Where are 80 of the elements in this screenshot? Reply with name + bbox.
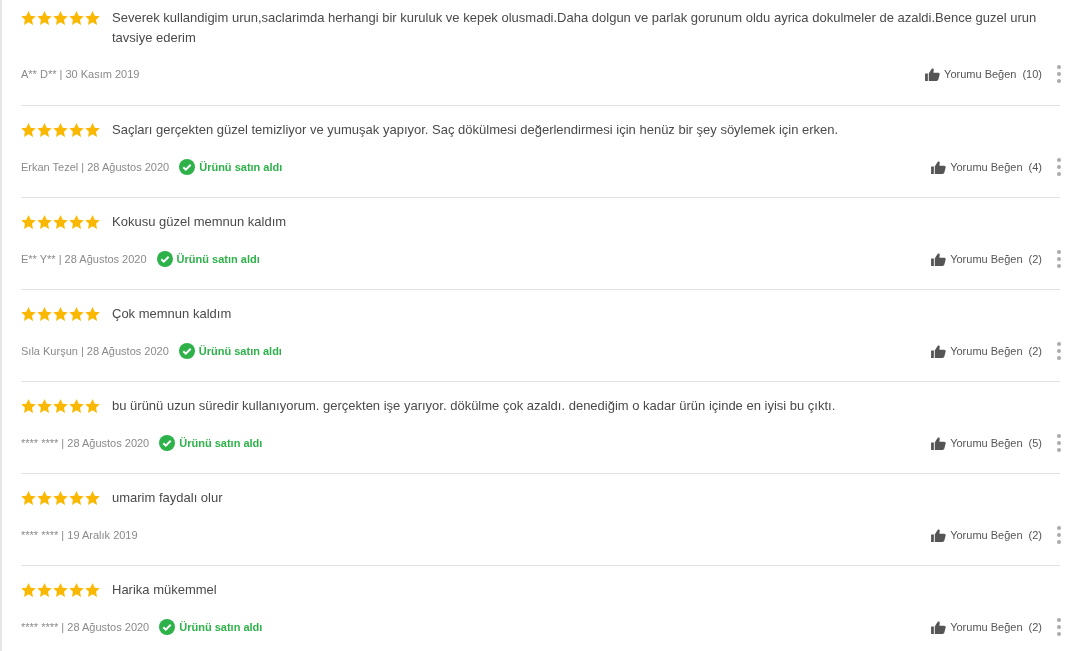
thumbs-up-icon <box>931 252 947 266</box>
check-circle-icon <box>156 251 173 267</box>
check-circle-icon <box>159 619 176 635</box>
more-options-button[interactable] <box>1056 434 1062 452</box>
like-button[interactable]: Yorumu Beğen (2) <box>931 252 1042 266</box>
review-text: bu ürünü uzun süredir kullanıyorum. gerçekten işe yarıyor. dökülme çok azaldı. denediğim o kadar ürün içinde en iyisi bu çıktı. <box>112 397 837 415</box>
star-icon <box>37 399 52 413</box>
review-text: Harika mükemmel <box>112 581 218 599</box>
star-icon <box>37 123 52 137</box>
star-icon <box>53 215 68 229</box>
like-button[interactable]: Yorumu Beğen (4) <box>931 160 1042 174</box>
star-icon <box>21 583 36 597</box>
author-date: Sıla Kurşun | 28 Ağustos 2020 <box>21 345 169 357</box>
star-icon <box>21 215 36 229</box>
like-button[interactable]: Yorumu Beğen (2) <box>931 620 1042 634</box>
star-icon <box>53 11 68 25</box>
star-icon <box>37 491 52 505</box>
star-icon <box>85 583 100 597</box>
review-text: Çok memnun kaldım <box>112 305 233 323</box>
author-date: Erkan Tezel | 28 Ağustos 2020 <box>21 161 170 173</box>
star-icon <box>85 491 100 505</box>
review-text: Severek kullandigim urun,saclarimda herhangi bir kuruluk ve kepek olusmadi.Daha dolgun ve parlak gorunum oldu ayrica dokulmeler de azaldi.Bence guzel urun tavsiye ederim <box>112 9 1038 47</box>
star-icon <box>21 491 36 505</box>
like-button[interactable]: Yorumu Beğen (5) <box>931 436 1042 450</box>
like-button[interactable]: Yorumu Beğen (2) <box>931 344 1042 358</box>
star-icon <box>21 399 36 413</box>
more-options-button[interactable] <box>1056 618 1062 636</box>
more-options-button[interactable] <box>1056 158 1062 176</box>
star-icon <box>53 307 68 321</box>
star-icon <box>69 583 84 597</box>
thumbs-up-icon <box>925 67 941 81</box>
purchase-label: Ürünü satın aldı <box>176 253 260 265</box>
star-icon <box>69 399 84 413</box>
more-options-button[interactable] <box>1056 342 1062 360</box>
purchase-label: Ürünü satın aldı <box>179 621 263 633</box>
more-options-button[interactable] <box>1056 250 1062 268</box>
star-icon <box>21 123 36 137</box>
star-icon <box>85 11 100 25</box>
purchase-label: Ürünü satın aldı <box>179 437 263 449</box>
star-icon <box>53 583 68 597</box>
star-icon <box>53 491 68 505</box>
thumbs-up-icon <box>931 528 947 542</box>
star-icon <box>53 123 68 137</box>
more-options-button[interactable] <box>1056 65 1062 83</box>
star-icon <box>69 11 84 25</box>
star-icon <box>21 307 36 321</box>
review-text: Saçları gerçekten güzel temizliyor ve yumuşak yapıyor. Saç dökülmesi değerlendirmesi için henüz bir şey söylemek için erken. <box>112 121 840 139</box>
check-circle-icon <box>159 435 176 451</box>
thumbs-up-icon <box>931 344 947 358</box>
star-icon <box>85 123 100 137</box>
star-icon <box>53 399 68 413</box>
author-date: **** **** | 28 Ağustos 2020 <box>21 437 150 449</box>
author-date: **** **** | 28 Ağustos 2020 <box>21 621 150 633</box>
like-button[interactable]: Yorumu Beğen (2) <box>931 528 1042 542</box>
star-icon <box>69 307 84 321</box>
star-icon <box>69 491 84 505</box>
check-circle-icon <box>179 159 196 175</box>
star-icon <box>37 215 52 229</box>
author-date: **** **** | 19 Aralık 2019 <box>21 529 138 541</box>
star-icon <box>21 11 36 25</box>
review-text: Kokusu güzel memnun kaldım <box>112 213 288 231</box>
thumbs-up-icon <box>931 436 947 450</box>
thumbs-up-icon <box>931 160 947 174</box>
star-icon <box>37 11 52 25</box>
thumbs-up-icon <box>931 620 947 634</box>
purchase-label: Ürünü satın aldı <box>198 345 282 357</box>
star-icon <box>85 307 100 321</box>
star-icon <box>37 307 52 321</box>
star-icon <box>69 215 84 229</box>
star-icon <box>69 123 84 137</box>
author-date: E** Y** | 28 Ağustos 2020 <box>21 253 147 265</box>
star-icon <box>85 215 100 229</box>
star-icon <box>37 583 52 597</box>
review-text: umarim faydalı olur <box>112 489 224 507</box>
purchase-label: Ürünü satın aldı <box>199 161 283 173</box>
like-button[interactable]: Yorumu Beğen (10) <box>925 67 1042 81</box>
star-icon <box>85 399 100 413</box>
author-date: A** D** | 30 Kasım 2019 <box>21 68 140 80</box>
check-circle-icon <box>178 343 195 359</box>
more-options-button[interactable] <box>1056 526 1062 544</box>
